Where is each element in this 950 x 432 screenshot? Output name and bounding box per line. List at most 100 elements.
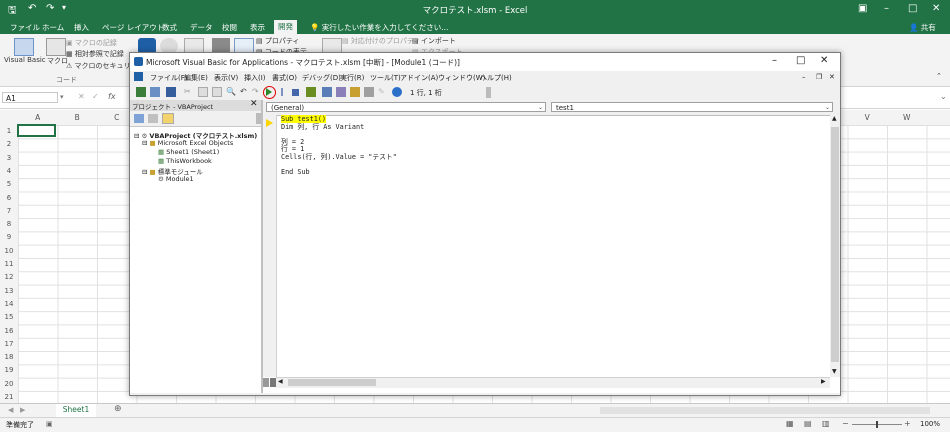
row-header[interactable]: 8 xyxy=(0,220,18,228)
row-header[interactable]: 21 xyxy=(0,393,18,401)
menu-tools[interactable]: ツール(T) xyxy=(370,73,401,83)
row-header[interactable]: 12 xyxy=(0,273,18,281)
tell-me-box[interactable]: 💡 実行したい作業を入力してください... xyxy=(306,21,452,34)
code-horizontal-scrollbar[interactable]: ◀ ▶ xyxy=(263,377,830,388)
row-header[interactable]: 18 xyxy=(0,353,18,361)
help-icon[interactable] xyxy=(392,87,402,97)
record-macro-button[interactable]: ▣ マクロの記録 xyxy=(66,38,117,48)
map-properties-button[interactable]: ▤ 対応付けのプロパティ xyxy=(342,36,420,46)
tab-developer[interactable]: 開発 xyxy=(274,20,297,35)
name-box-dropdown-icon[interactable]: ▾ xyxy=(60,93,64,101)
tab-review[interactable]: 校閲 xyxy=(218,21,241,34)
import-button[interactable]: ▤ インポート xyxy=(412,36,456,46)
row-header[interactable]: 13 xyxy=(0,287,18,295)
zoom-level[interactable]: 100% xyxy=(920,420,940,428)
project-explorer-close-icon[interactable]: ✕ xyxy=(250,99,258,109)
page-break-view-icon[interactable]: ▥ xyxy=(822,419,830,428)
toolbar-grip[interactable] xyxy=(486,87,491,98)
new-sheet-icon[interactable]: ⊕ xyxy=(114,404,122,414)
row-header[interactable]: 20 xyxy=(0,380,18,388)
active-cell-a1[interactable] xyxy=(17,124,56,137)
scroll-up-icon[interactable]: ▲ xyxy=(832,115,837,122)
insert-userform-icon[interactable] xyxy=(150,87,160,97)
tree-excel-objects[interactable]: ⊟ ■ Microsoft Excel Objects xyxy=(142,139,233,147)
scroll-down-icon[interactable]: ▼ xyxy=(832,368,837,375)
insert-function-button[interactable]: fx xyxy=(108,92,116,101)
menu-help[interactable]: ヘルプ(H) xyxy=(480,73,512,83)
procedure-view-icon[interactable] xyxy=(263,378,269,387)
vertical-scroll-thumb[interactable] xyxy=(831,127,839,362)
column-header[interactable]: A xyxy=(18,113,58,122)
row-header[interactable]: 1 xyxy=(0,127,18,135)
prev-sheet-icon[interactable]: ◀ xyxy=(8,406,13,414)
find-icon[interactable]: 🔍 xyxy=(226,87,236,97)
menu-file[interactable]: ファイル(F) xyxy=(150,73,188,83)
macro-record-status-icon[interactable]: ▣ xyxy=(46,420,53,428)
row-header[interactable]: 9 xyxy=(0,233,18,241)
toolbox-icon[interactable] xyxy=(364,87,374,97)
menu-window[interactable]: ウィンドウ(W) xyxy=(438,73,485,83)
run-sub-icon[interactable] xyxy=(266,88,272,96)
vba-redo-icon[interactable]: ↷ xyxy=(252,87,262,97)
vba-undo-icon[interactable]: ↶ xyxy=(240,87,250,97)
horizontal-scrollbar[interactable] xyxy=(600,407,930,414)
full-module-view-icon[interactable] xyxy=(270,378,276,387)
name-box[interactable]: A1 xyxy=(2,92,58,103)
cancel-entry-icon[interactable]: ✕ xyxy=(78,92,85,101)
vbe-minimize-icon[interactable]: – xyxy=(772,55,777,66)
code-editor[interactable]: Sub test1() Dim 列, 行 As Variant 列 = 2 行 … xyxy=(281,115,397,176)
row-header[interactable]: 10 xyxy=(0,247,18,255)
menu-insert[interactable]: 挿入(I) xyxy=(244,73,266,83)
toggle-folders-icon[interactable] xyxy=(162,113,174,124)
vbe-close-icon[interactable]: ✕ xyxy=(820,55,828,66)
menu-edit[interactable]: 編集(E) xyxy=(184,73,208,83)
zoom-out-icon[interactable]: − xyxy=(842,419,849,428)
view-object-pane-icon[interactable] xyxy=(148,114,158,123)
menu-debug[interactable]: デバッグ(D) xyxy=(302,73,341,83)
expand-formula-icon[interactable]: ⌄ xyxy=(940,92,947,101)
design-mode-vba-icon[interactable] xyxy=(306,87,316,97)
macro-button[interactable]: マクロ xyxy=(47,56,68,66)
close-icon[interactable]: ✕ xyxy=(932,3,940,14)
child-close-icon[interactable]: ✕ xyxy=(829,73,835,81)
tree-sheet1[interactable]: ▦ Sheet1 (Sheet1) xyxy=(158,148,219,156)
paste-icon[interactable] xyxy=(212,87,222,97)
vbe-maximize-icon[interactable]: □ xyxy=(796,55,805,66)
menu-addins[interactable]: アドイン(A) xyxy=(400,73,438,83)
object-combo[interactable]: (General) ⌄ xyxy=(266,102,546,112)
menu-run[interactable]: 実行(R) xyxy=(340,73,364,83)
break-icon[interactable]: ‖ xyxy=(280,87,290,97)
row-header[interactable]: 7 xyxy=(0,207,18,215)
maximize-icon[interactable]: □ xyxy=(908,3,917,14)
zoom-slider-thumb[interactable] xyxy=(876,421,878,428)
collapse-ribbon-icon[interactable]: ⌃ xyxy=(936,72,942,80)
minimize-icon[interactable]: – xyxy=(884,3,889,14)
tab-data[interactable]: データ xyxy=(186,21,217,34)
column-header[interactable]: B xyxy=(58,113,98,122)
tree-thisworkbook[interactable]: ▦ ThisWorkbook xyxy=(158,157,212,165)
save-vba-icon[interactable] xyxy=(166,87,176,97)
row-header[interactable]: 5 xyxy=(0,180,18,188)
next-sheet-icon[interactable]: ▶ xyxy=(20,406,25,414)
tab-view[interactable]: 表示 xyxy=(246,21,269,34)
confirm-entry-icon[interactable]: ✓ xyxy=(92,92,99,101)
row-header[interactable]: 2 xyxy=(0,140,18,148)
page-layout-view-icon[interactable]: ▤ xyxy=(804,419,812,428)
procedure-combo[interactable]: test1 ⌄ xyxy=(551,102,833,112)
column-header[interactable]: V xyxy=(848,113,888,122)
excel-view-icon[interactable] xyxy=(134,72,143,81)
properties-button[interactable]: ▤ プロパティ xyxy=(256,36,299,46)
tab-insert[interactable]: 挿入 xyxy=(70,21,93,34)
share-button[interactable]: 👤 共有 xyxy=(905,21,940,34)
reset-icon[interactable] xyxy=(292,89,299,96)
visual-basic-icon[interactable] xyxy=(14,38,34,56)
zoom-in-icon[interactable]: + xyxy=(904,419,911,428)
scroll-right-icon[interactable]: ▶ xyxy=(821,378,826,385)
row-header[interactable]: 6 xyxy=(0,194,18,202)
macro-icon[interactable] xyxy=(46,38,66,56)
view-excel-icon[interactable] xyxy=(136,87,146,97)
ribbon-display-icon[interactable]: ▣ xyxy=(858,3,867,14)
row-header[interactable]: 17 xyxy=(0,340,18,348)
normal-view-icon[interactable]: ▦ xyxy=(786,419,794,428)
cut-icon[interactable]: ✂ xyxy=(184,87,194,97)
